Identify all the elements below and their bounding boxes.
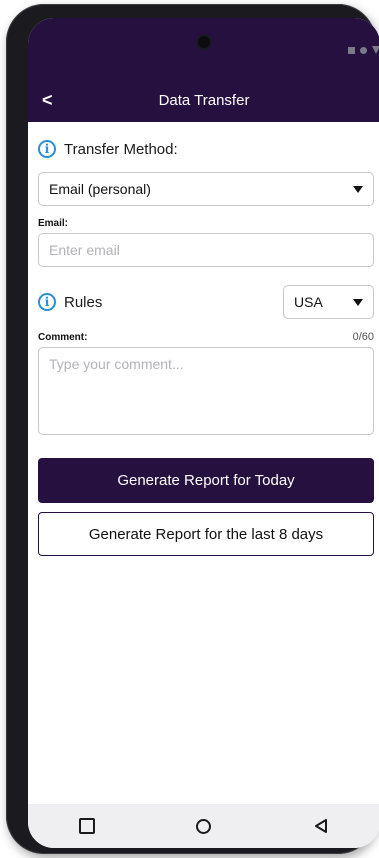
- home-icon: [196, 818, 212, 834]
- comment-field[interactable]: [38, 347, 374, 435]
- dropdown-arrow-icon: [353, 298, 363, 306]
- rules-info: i Rules: [38, 293, 102, 311]
- form-content: i Transfer Method: Email (personal) Emai…: [38, 122, 374, 556]
- email-field[interactable]: [38, 233, 374, 267]
- home-button[interactable]: [184, 811, 224, 841]
- transfer-method-value: Email (personal): [49, 181, 151, 197]
- recent-apps-icon: [78, 818, 95, 834]
- country-select[interactable]: USA: [283, 285, 374, 319]
- system-nav-bar: [28, 804, 379, 848]
- app-bar: < Data Transfer: [28, 80, 379, 122]
- dot-icon: [360, 46, 367, 54]
- status-icons: [348, 46, 379, 54]
- info-icon[interactable]: i: [38, 293, 56, 311]
- transfer-method-select[interactable]: Email (personal): [38, 172, 374, 206]
- info-icon[interactable]: i: [38, 140, 56, 158]
- rules-label: Rules: [64, 293, 103, 311]
- triangle-icon: [372, 46, 379, 54]
- email-label: Email:: [38, 218, 69, 229]
- screen: < Data Transfer i Transfer Method: Email…: [28, 18, 379, 848]
- comment-header: Comment: 0/60: [38, 331, 374, 343]
- page-title: Data Transfer: [158, 92, 250, 109]
- country-value: USA: [294, 294, 323, 310]
- character-counter: 0/60: [352, 331, 374, 343]
- transfer-method-row: i Transfer Method:: [38, 140, 374, 158]
- front-camera: [198, 36, 210, 48]
- recent-apps-button[interactable]: [67, 811, 107, 841]
- phone-frame: < Data Transfer i Transfer Method: Email…: [6, 4, 379, 854]
- status-bar: [28, 18, 379, 80]
- dropdown-arrow-icon: [353, 185, 363, 193]
- transfer-method-label: Transfer Method:: [64, 140, 178, 158]
- comment-label: Comment:: [38, 331, 88, 343]
- rules-row: i Rules USA: [38, 285, 374, 319]
- generate-today-button[interactable]: Generate Report for Today: [38, 458, 374, 503]
- square-icon: [348, 46, 355, 54]
- system-back-button[interactable]: [301, 811, 341, 841]
- generate-last-8-days-button[interactable]: Generate Report for the last 8 days: [38, 512, 374, 556]
- back-nav-icon: [315, 819, 328, 833]
